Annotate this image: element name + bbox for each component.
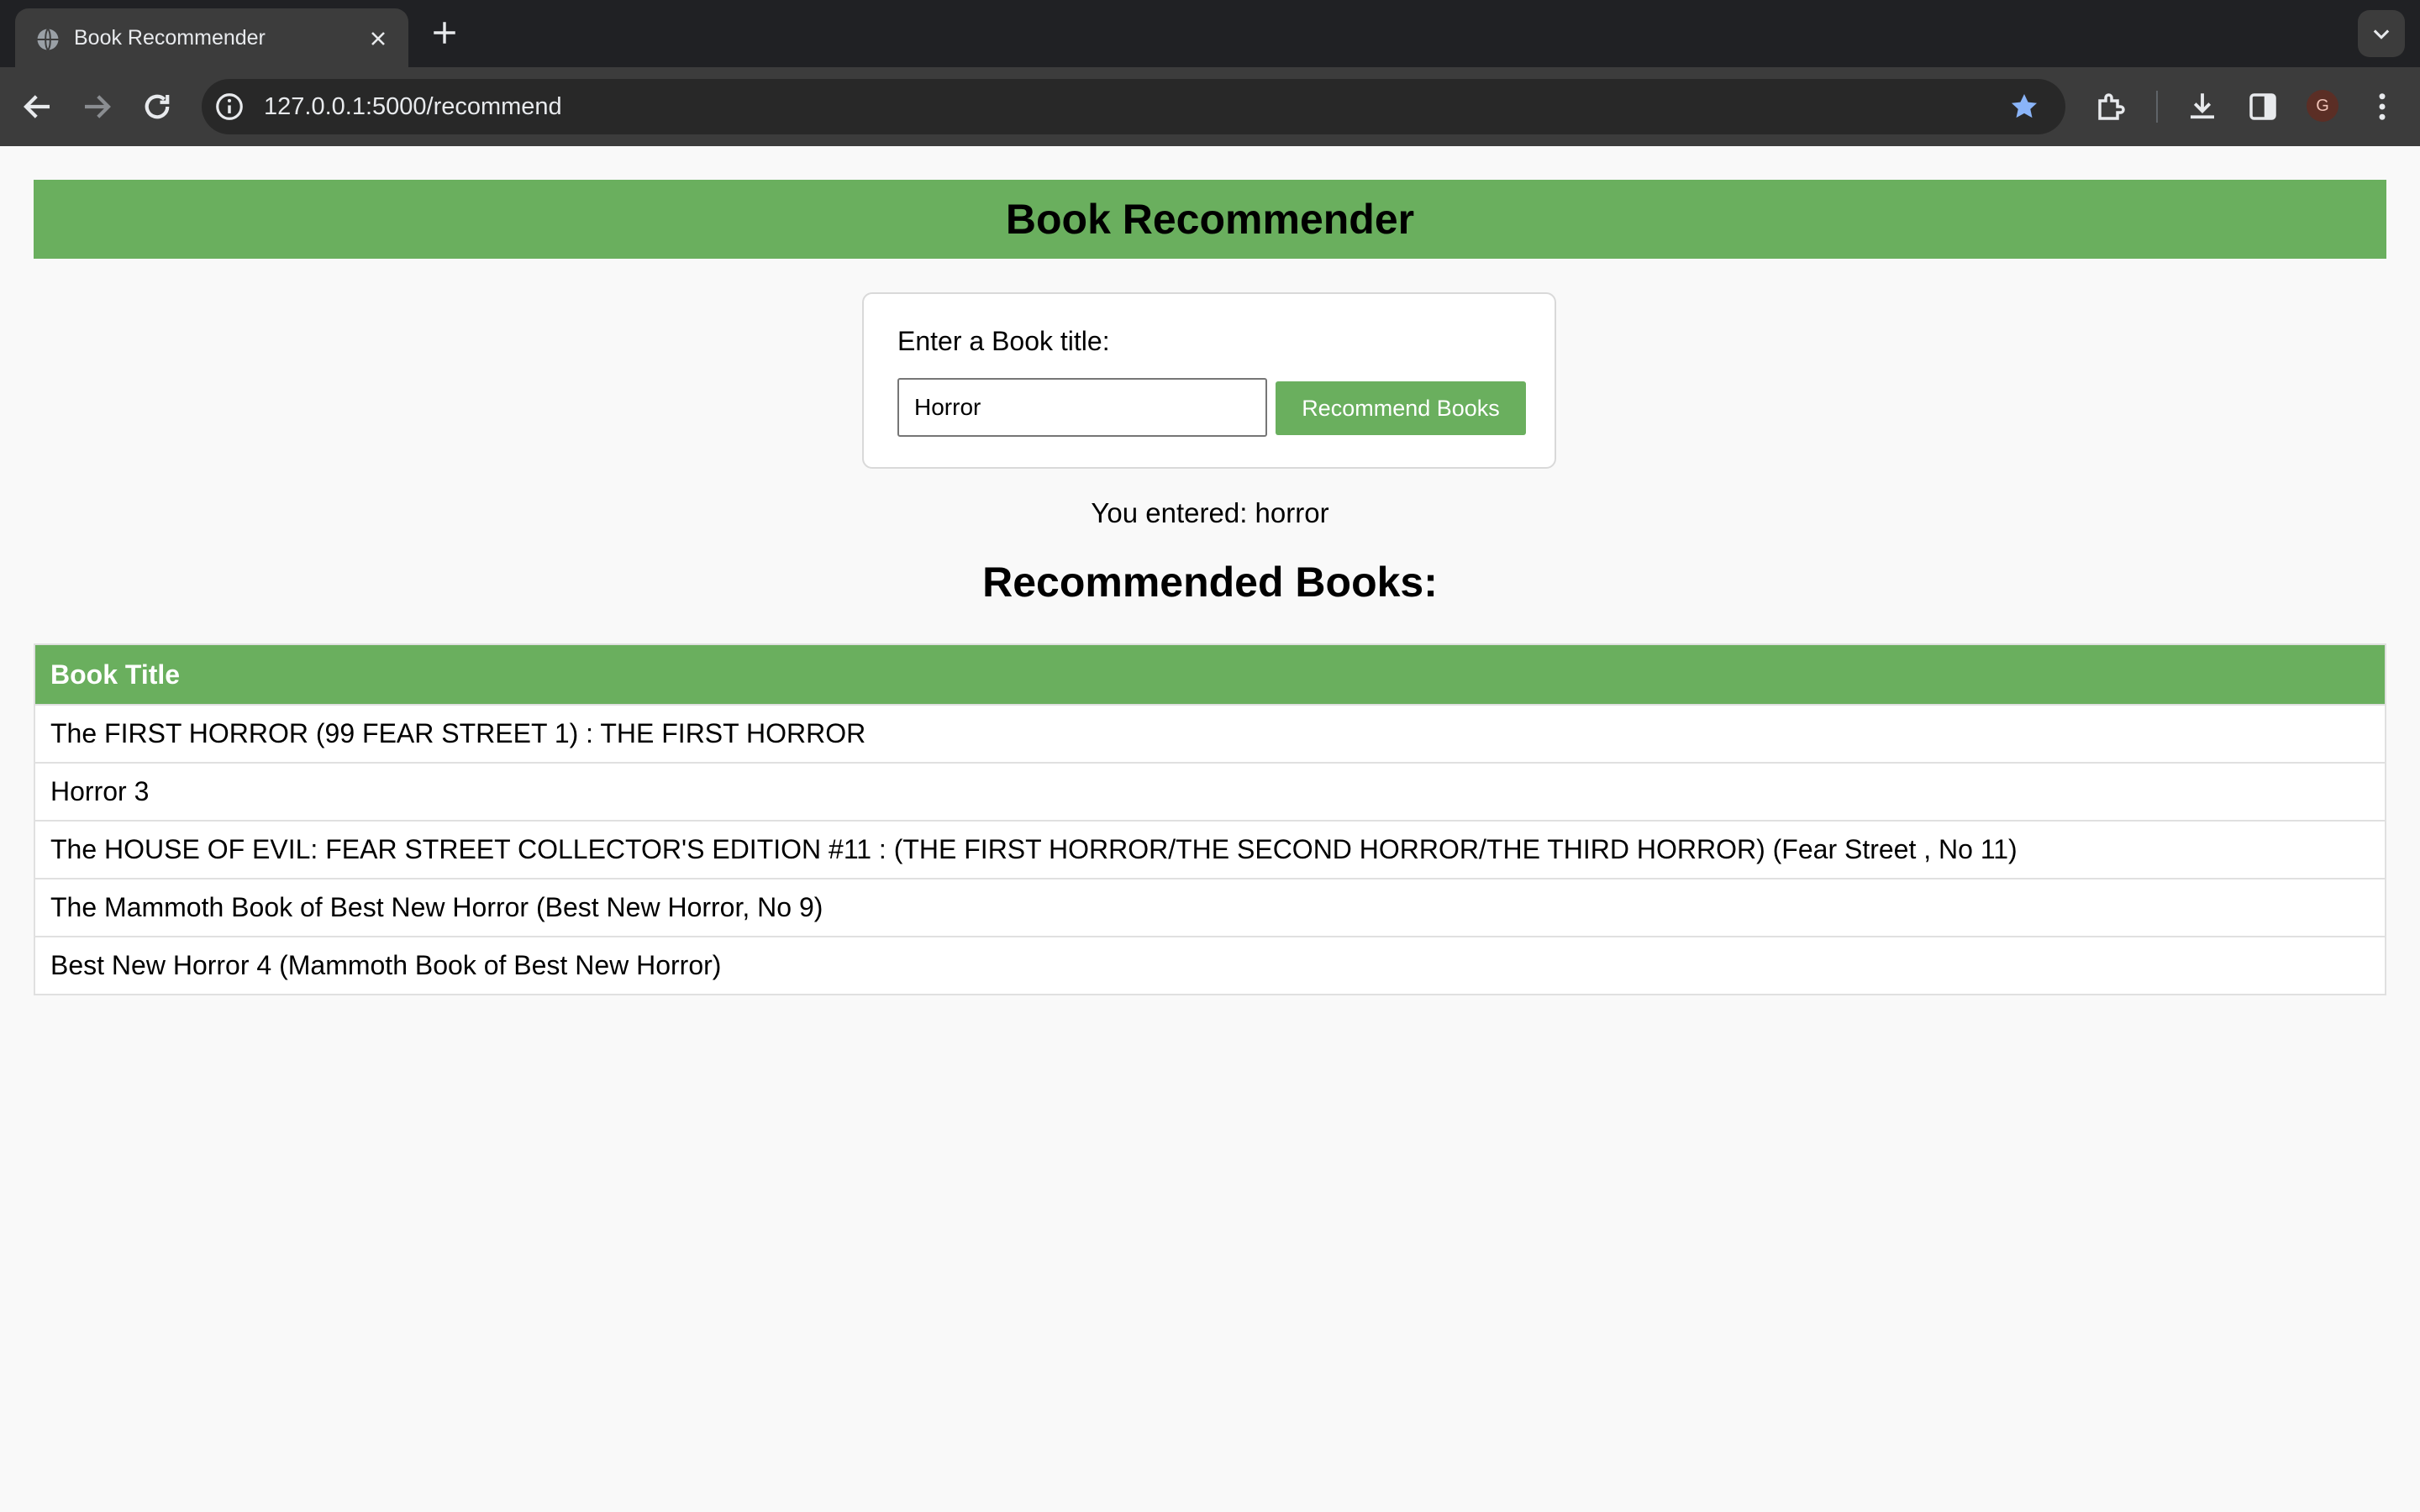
tab-search-button[interactable]	[2358, 10, 2405, 57]
download-icon[interactable]	[2185, 89, 2220, 124]
results-heading: Recommended Books:	[982, 559, 1438, 606]
table-row: The HOUSE OF EVIL: FEAR STREET COLLECTOR…	[34, 820, 2386, 879]
info-icon[interactable]	[213, 91, 245, 123]
globe-icon	[37, 28, 59, 51]
browser-tab[interactable]: Book Recommender	[15, 8, 408, 67]
chevron-down-icon	[2373, 29, 2390, 39]
app-header: Book Recommender	[34, 180, 2386, 259]
extensions-puzzle-icon[interactable]	[2094, 89, 2129, 124]
book-title-cell: Horror 3	[34, 762, 2386, 822]
table-row: Best New Horror 4 (Mammoth Book of Best …	[34, 936, 2386, 995]
recommend-books-button[interactable]: Recommend Books	[1276, 381, 1526, 435]
reload-icon[interactable]	[139, 89, 175, 124]
table-row: The Mammoth Book of Best New Horror (Bes…	[34, 878, 2386, 937]
results-table: Book Title The FIRST HORROR (99 FEAR STR…	[34, 643, 2386, 995]
tab-title: Book Recommender	[74, 26, 266, 50]
column-header-book-title: Book Title	[34, 643, 2386, 706]
page-content: Book Recommender Enter a Book title: Rec…	[0, 146, 2420, 1512]
forward-arrow-icon[interactable]	[79, 89, 114, 124]
book-title-label: Enter a Book title:	[897, 326, 1110, 356]
browser-tabstrip: Book Recommender	[0, 0, 2420, 67]
book-title-cell: Best New Horror 4 (Mammoth Book of Best …	[34, 936, 2386, 995]
url-text: 127.0.0.1:5000/recommend	[264, 93, 562, 120]
new-tab-icon[interactable]	[430, 18, 459, 47]
address-bar[interactable]: 127.0.0.1:5000/recommend	[202, 79, 2065, 134]
close-icon[interactable]	[368, 29, 388, 49]
side-panel-icon[interactable]	[2245, 89, 2281, 124]
book-title-input[interactable]	[897, 378, 1267, 437]
profile-avatar[interactable]: G	[2307, 90, 2338, 122]
book-title-cell: The Mammoth Book of Best New Horror (Bes…	[34, 878, 2386, 937]
more-menu-icon[interactable]	[2365, 89, 2400, 124]
book-title-cell: The FIRST HORROR (99 FEAR STREET 1) : TH…	[34, 704, 2386, 764]
bookmark-star-icon[interactable]	[2008, 91, 2040, 123]
toolbar-divider	[2156, 91, 2158, 123]
table-header-row: Book Title	[34, 643, 2386, 706]
entered-text: You entered: horror	[1091, 497, 1329, 528]
table-row: The FIRST HORROR (99 FEAR STREET 1) : TH…	[34, 704, 2386, 764]
search-form: Enter a Book title: Recommend Books	[862, 292, 1556, 469]
page-title: Book Recommender	[1005, 196, 1415, 243]
browser-toolbar: 127.0.0.1:5000/recommend	[0, 67, 2420, 146]
book-title-cell: The HOUSE OF EVIL: FEAR STREET COLLECTOR…	[34, 820, 2386, 879]
back-arrow-icon[interactable]	[20, 89, 55, 124]
table-row: Horror 3	[34, 762, 2386, 822]
